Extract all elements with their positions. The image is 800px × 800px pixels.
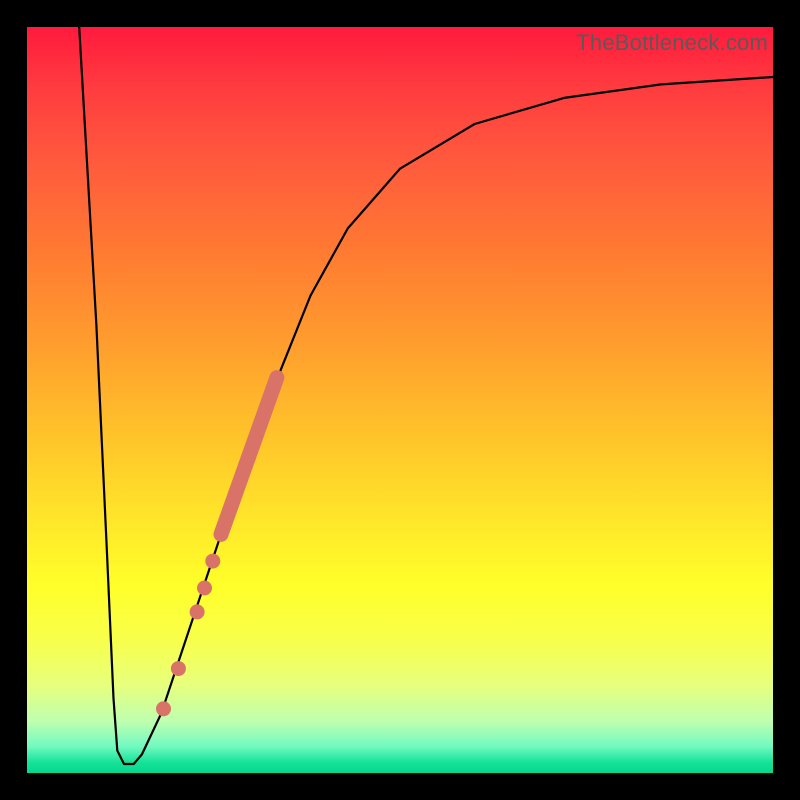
data-dot <box>190 604 205 619</box>
data-dot <box>156 701 171 716</box>
chart-svg <box>27 27 773 773</box>
plot-area <box>27 27 773 773</box>
data-dot <box>197 581 212 596</box>
curve-line <box>79 27 773 764</box>
highlight-segment <box>221 378 277 535</box>
chart-frame: TheBottleneck.com <box>0 0 800 800</box>
data-dot <box>171 661 186 676</box>
data-dot <box>205 554 220 569</box>
watermark-text: TheBottleneck.com <box>576 30 768 56</box>
